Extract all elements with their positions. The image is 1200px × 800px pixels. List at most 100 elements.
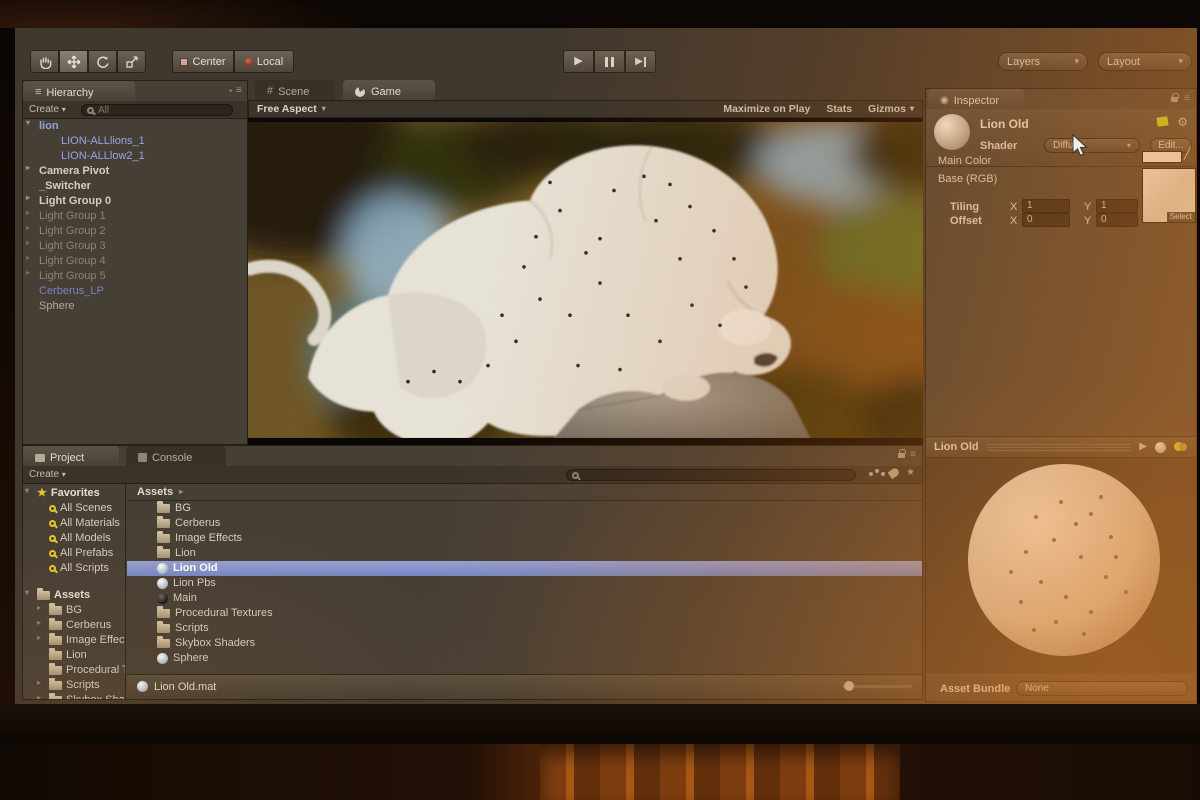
stats-toggle[interactable]: Stats xyxy=(826,103,852,115)
gizmos-dropdown[interactable]: Gizmos xyxy=(868,103,914,115)
tree-item-image-effects[interactable]: Image Effects xyxy=(23,633,125,648)
tree-item-lion[interactable]: Lion xyxy=(23,648,125,663)
foldout-closed-icon[interactable] xyxy=(26,269,30,277)
preview-play-icon[interactable] xyxy=(1139,442,1147,452)
tree-item-bg[interactable]: BG xyxy=(23,603,125,618)
search-by-label-button[interactable] xyxy=(887,466,901,480)
file-lion[interactable]: Lion xyxy=(127,546,922,561)
game-tab[interactable]: Game xyxy=(343,80,435,100)
hierarchy-item-light-group[interactable]: Light Group 3 xyxy=(23,239,247,254)
favorite-all-scenes[interactable]: All Scenes xyxy=(23,501,125,516)
offset-y-field[interactable]: 0 xyxy=(1096,213,1138,227)
rotate-tool-button[interactable] xyxy=(88,50,117,73)
foldout-closed-icon[interactable] xyxy=(26,224,30,232)
pivot-center-button[interactable]: Center xyxy=(172,50,234,73)
hierarchy-item-light-group[interactable]: Light Group 2 xyxy=(23,224,247,239)
hierarchy-item-lion-child[interactable]: LION-ALLlow2_1 xyxy=(23,149,247,164)
preview-header[interactable]: Lion Old xyxy=(926,436,1196,458)
assets-tree-root[interactable]: Assets xyxy=(23,588,125,603)
project-tab[interactable]: Project xyxy=(23,446,119,466)
base-texture-thumbnail[interactable]: Select xyxy=(1142,168,1196,223)
file-scripts[interactable]: Scripts xyxy=(127,621,922,636)
foldout-open-icon[interactable] xyxy=(25,487,29,495)
project-pane-menu[interactable] xyxy=(898,448,916,460)
foldout-closed-icon[interactable] xyxy=(37,619,41,627)
hierarchy-search-input[interactable]: All xyxy=(81,104,233,116)
scale-tool-button[interactable] xyxy=(117,50,146,73)
favorite-all-prefabs[interactable]: All Prefabs xyxy=(23,546,125,561)
foldout-closed-icon[interactable] xyxy=(37,634,41,642)
console-tab[interactable]: Console xyxy=(126,446,226,466)
foldout-closed-icon[interactable] xyxy=(37,694,41,699)
favorite-all-models[interactable]: All Models xyxy=(23,531,125,546)
foldout-open-icon[interactable] xyxy=(26,119,30,127)
main-color-swatch[interactable] xyxy=(1142,151,1182,163)
hierarchy-create-button[interactable]: Create xyxy=(29,104,66,115)
hand-tool-button[interactable] xyxy=(30,50,59,73)
foldout-closed-icon[interactable] xyxy=(37,604,41,612)
hierarchy-item-lion[interactable]: lion xyxy=(23,119,247,134)
game-viewport[interactable] xyxy=(248,118,923,445)
hierarchy-item-sphere[interactable]: Sphere xyxy=(23,299,247,314)
foldout-closed-icon[interactable] xyxy=(26,209,30,217)
slider-knob[interactable] xyxy=(844,681,854,691)
foldout-open-icon[interactable] xyxy=(25,589,29,597)
search-by-type-button[interactable] xyxy=(869,469,885,476)
asset-bundle-dropdown[interactable]: None xyxy=(1016,681,1188,696)
hierarchy-item-light-group[interactable]: Light Group 5 xyxy=(23,269,247,284)
preview-light-icon[interactable] xyxy=(1174,442,1188,452)
thumbnail-size-slider[interactable] xyxy=(842,681,912,691)
hierarchy-item-cerberus[interactable]: Cerberus_LP xyxy=(23,284,247,299)
inspector-tab[interactable]: Inspector xyxy=(928,89,1024,109)
file-bg[interactable]: BG xyxy=(127,501,922,516)
file-cerberus[interactable]: Cerberus xyxy=(127,516,922,531)
pause-button[interactable] xyxy=(594,50,625,73)
maximize-on-play-toggle[interactable]: Maximize on Play xyxy=(723,103,810,115)
hierarchy-pane-menu[interactable] xyxy=(229,86,242,96)
hierarchy-item-switcher[interactable]: _Switcher xyxy=(23,179,247,194)
gear-icon[interactable] xyxy=(1177,116,1188,128)
hierarchy-tab[interactable]: Hierarchy xyxy=(23,81,135,101)
layout-dropdown[interactable]: Layout xyxy=(1098,52,1192,71)
tree-item-procedural[interactable]: Procedural Textures xyxy=(23,663,125,678)
foldout-closed-icon[interactable] xyxy=(26,164,30,172)
project-breadcrumb[interactable]: Assets xyxy=(127,484,922,501)
step-button[interactable] xyxy=(625,50,656,73)
eyedropper-icon[interactable] xyxy=(1184,149,1191,160)
lock-icon[interactable] xyxy=(898,448,907,458)
hierarchy-item-lion-child[interactable]: LION-ALLlions_1 xyxy=(23,134,247,149)
tag-icon[interactable] xyxy=(1156,116,1169,127)
foldout-closed-icon[interactable] xyxy=(37,679,41,687)
aspect-dropdown[interactable]: Free Aspect xyxy=(257,103,326,115)
hierarchy-item-light-group[interactable]: Light Group 4 xyxy=(23,254,247,269)
tiling-y-field[interactable]: 1 xyxy=(1096,199,1138,213)
tree-item-skybox[interactable]: Skybox Shaders xyxy=(23,693,125,699)
file-lion-old-selected[interactable]: Lion Old xyxy=(127,561,922,576)
tree-item-cerberus[interactable]: Cerberus xyxy=(23,618,125,633)
file-image-effects[interactable]: Image Effects xyxy=(127,531,922,546)
hierarchy-item-light-group[interactable]: Light Group 0 xyxy=(23,194,247,209)
scene-tab[interactable]: Scene xyxy=(255,80,335,100)
file-procedural-textures[interactable]: Procedural Textures xyxy=(127,606,922,621)
offset-x-field[interactable]: 0 xyxy=(1022,213,1070,227)
file-lion-pbs[interactable]: Lion Pbs xyxy=(127,576,922,591)
favorite-all-scripts[interactable]: All Scripts xyxy=(23,561,125,576)
lock-icon[interactable] xyxy=(1171,92,1180,102)
hierarchy-item-light-group[interactable]: Light Group 1 xyxy=(23,209,247,224)
pivot-local-button[interactable]: Local xyxy=(234,50,294,73)
file-main[interactable]: Main xyxy=(127,591,922,606)
hierarchy-item-camera-pivot[interactable]: Camera Pivot xyxy=(23,164,247,179)
file-sphere[interactable]: Sphere xyxy=(127,651,922,666)
project-create-button[interactable]: Create xyxy=(29,469,66,480)
file-skybox-shaders[interactable]: Skybox Shaders xyxy=(127,636,922,651)
search-favorites-button[interactable] xyxy=(906,468,915,478)
foldout-closed-icon[interactable] xyxy=(26,194,30,202)
play-button[interactable] xyxy=(563,50,594,73)
favorites-root[interactable]: Favorites xyxy=(23,486,125,501)
favorite-all-materials[interactable]: All Materials xyxy=(23,516,125,531)
tree-item-scripts[interactable]: Scripts xyxy=(23,678,125,693)
layers-dropdown[interactable]: Layers xyxy=(998,52,1088,71)
shader-dropdown[interactable]: Diffuse xyxy=(1044,138,1140,153)
foldout-closed-icon[interactable] xyxy=(26,254,30,262)
preview-sphere-icon[interactable] xyxy=(1155,441,1166,453)
